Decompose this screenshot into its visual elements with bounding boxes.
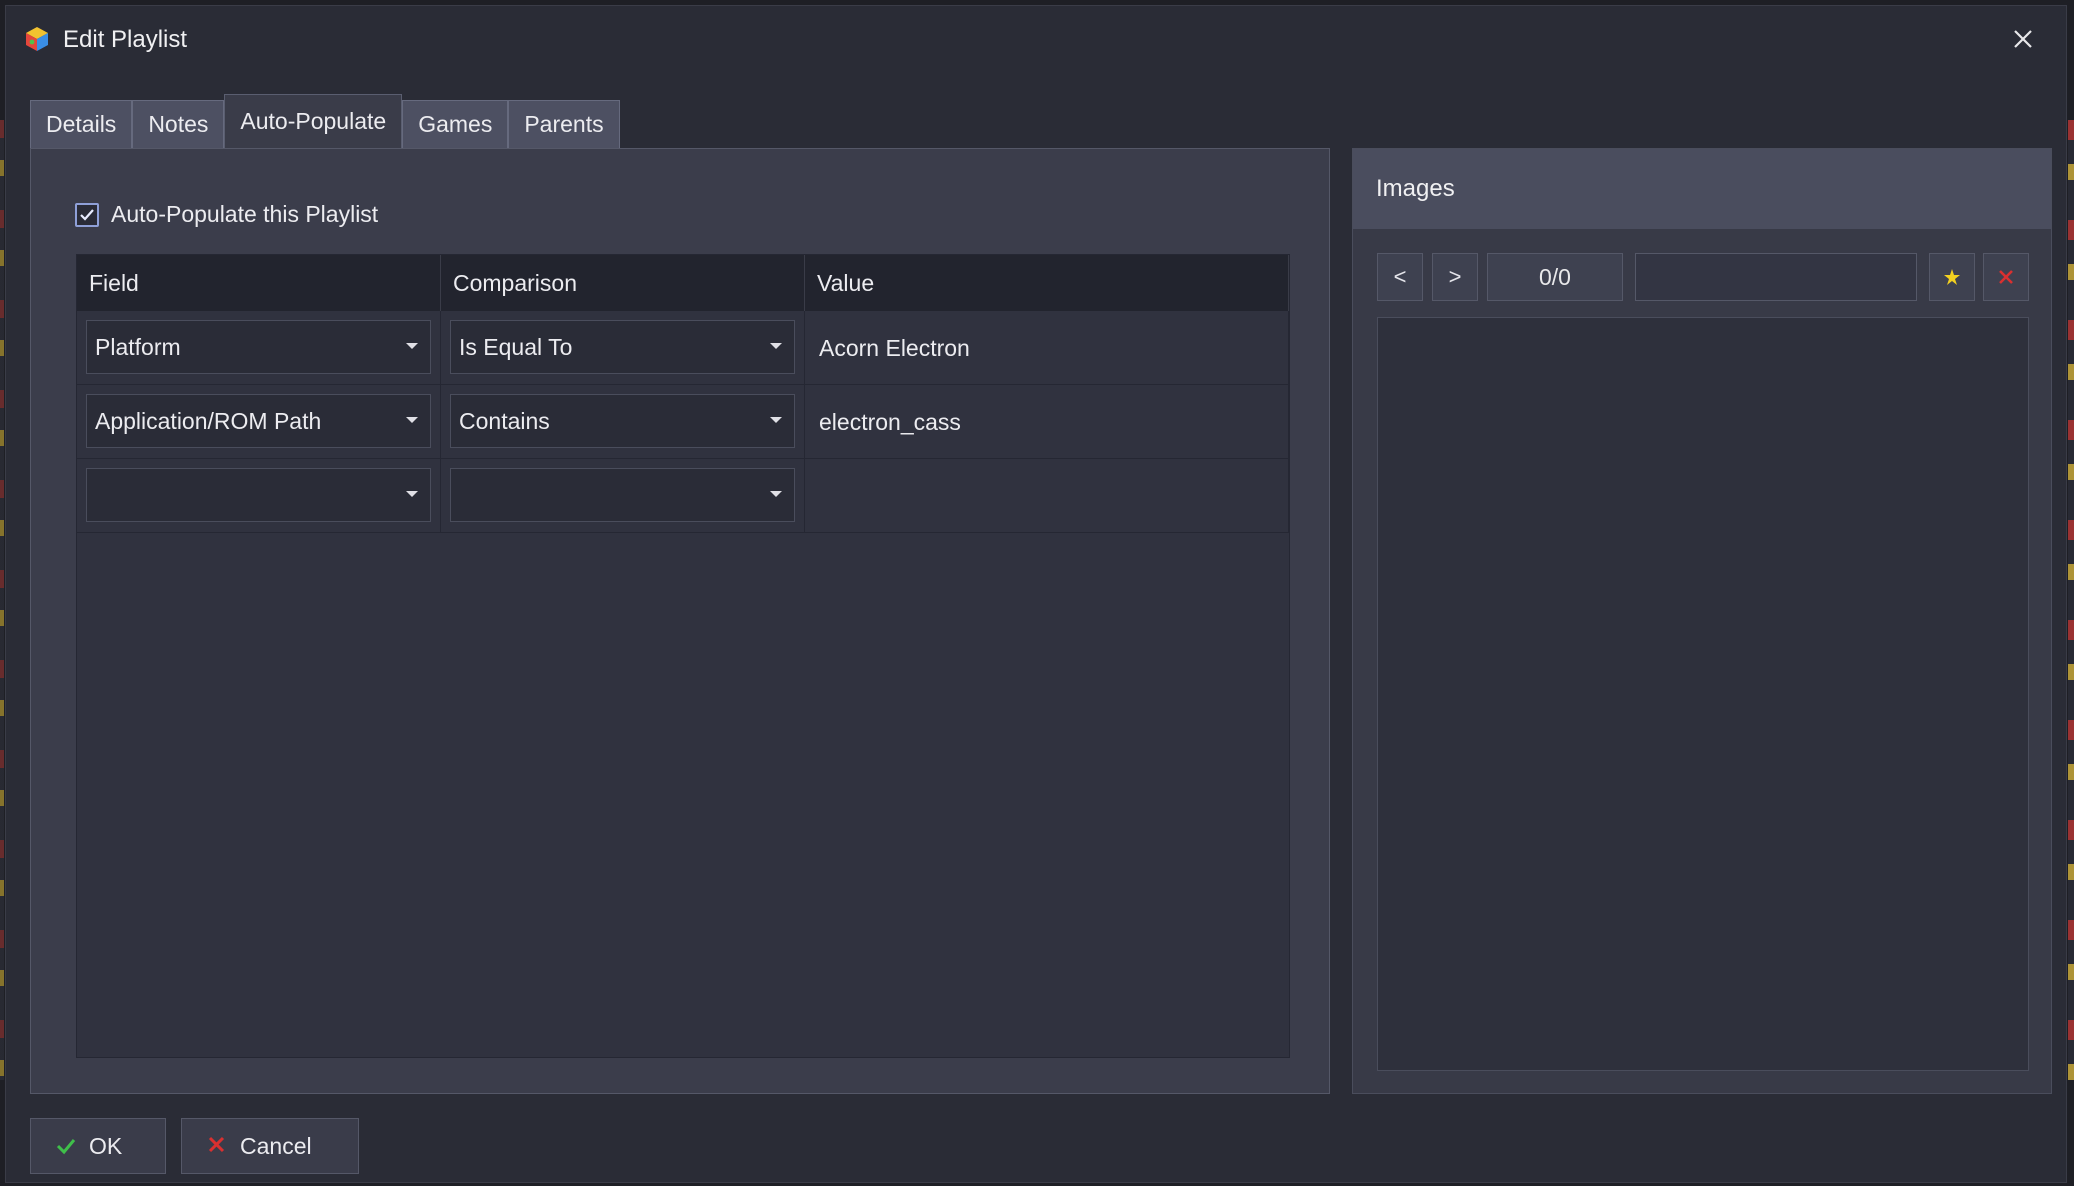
comparison-dropdown[interactable] bbox=[450, 468, 795, 522]
auto-populate-option: Auto-Populate this Playlist bbox=[75, 201, 378, 228]
app-logo-icon bbox=[26, 27, 48, 51]
table-row bbox=[77, 459, 1289, 533]
column-header-comparison[interactable]: Comparison bbox=[441, 255, 805, 311]
add-image-button[interactable] bbox=[1929, 253, 1975, 301]
title-bar[interactable]: Edit Playlist bbox=[6, 6, 2066, 72]
column-header-value[interactable]: Value bbox=[805, 255, 1289, 311]
field-dropdown[interactable]: Platform bbox=[86, 320, 431, 374]
images-panel: Images < > 0/0 bbox=[1352, 148, 2052, 1094]
dropdown-arrow-icon bbox=[770, 417, 782, 423]
previous-image-button[interactable]: < bbox=[1377, 253, 1423, 301]
window-title: Edit Playlist bbox=[63, 26, 188, 53]
comparison-dropdown[interactable]: Contains bbox=[450, 394, 795, 448]
table-row: Application/ROM Path Contains electron_c… bbox=[77, 385, 1289, 459]
auto-populate-label: Auto-Populate this Playlist bbox=[111, 201, 379, 227]
tab-notes[interactable]: Notes bbox=[132, 100, 225, 148]
grid-header: Field Comparison Value bbox=[77, 255, 1289, 311]
remove-image-button[interactable] bbox=[1983, 253, 2029, 301]
comparison-cell: Contains bbox=[441, 385, 805, 459]
ok-button[interactable]: OK bbox=[30, 1118, 166, 1174]
dropdown-arrow-icon bbox=[406, 417, 418, 423]
image-counter: 0/0 bbox=[1487, 253, 1623, 301]
auto-populate-checkbox[interactable] bbox=[75, 202, 99, 227]
background-window-edge bbox=[0, 120, 4, 1080]
dropdown-arrow-icon bbox=[770, 491, 782, 497]
comparison-cell: Is Equal To bbox=[441, 311, 805, 385]
tab-strip: Details Notes Auto-Populate Games Parent… bbox=[30, 94, 620, 148]
value-cell[interactable]: electron_cass bbox=[805, 385, 1289, 459]
edit-playlist-dialog: Edit Playlist Details Notes Auto-Populat… bbox=[5, 5, 2067, 1183]
comparison-dropdown[interactable]: Is Equal To bbox=[450, 320, 795, 374]
dropdown-arrow-icon bbox=[770, 343, 782, 349]
tab-details[interactable]: Details bbox=[30, 100, 133, 148]
field-dropdown[interactable]: Application/ROM Path bbox=[86, 394, 431, 448]
ok-button-label: OK bbox=[89, 1132, 123, 1159]
comparison-dropdown-value: Contains bbox=[459, 408, 550, 434]
column-header-field[interactable]: Field bbox=[77, 255, 441, 311]
field-cell bbox=[77, 459, 441, 533]
field-cell: Platform bbox=[77, 311, 441, 385]
field-dropdown[interactable] bbox=[86, 468, 431, 522]
table-row: Platform Is Equal To Acorn Electron bbox=[77, 311, 1289, 385]
tab-games[interactable]: Games bbox=[402, 100, 509, 148]
dropdown-arrow-icon bbox=[406, 491, 418, 497]
field-dropdown-value: Platform bbox=[95, 334, 181, 360]
field-dropdown-value: Application/ROM Path bbox=[95, 408, 322, 434]
dropdown-arrow-icon bbox=[406, 343, 418, 349]
tab-parents[interactable]: Parents bbox=[508, 100, 620, 148]
close-icon[interactable] bbox=[2006, 22, 2040, 56]
value-cell[interactable] bbox=[805, 459, 1289, 533]
image-name-field[interactable] bbox=[1635, 253, 1917, 301]
auto-populate-panel: Auto-Populate this Playlist Field Compar… bbox=[30, 148, 1330, 1094]
images-title: Images bbox=[1376, 175, 1455, 202]
image-preview-area bbox=[1377, 317, 2029, 1071]
checkmark-icon bbox=[56, 1139, 76, 1155]
next-image-button[interactable]: > bbox=[1432, 253, 1478, 301]
star-add-icon bbox=[1944, 269, 1960, 285]
value-cell[interactable]: Acorn Electron bbox=[805, 311, 1289, 385]
tab-auto-populate[interactable]: Auto-Populate bbox=[224, 94, 403, 148]
rules-grid: Field Comparison Value Platform Is Equal… bbox=[76, 254, 1290, 1058]
cancel-button[interactable]: Cancel bbox=[181, 1118, 359, 1174]
background-window-edge bbox=[2068, 120, 2074, 1080]
comparison-cell bbox=[441, 459, 805, 533]
red-x-icon bbox=[1999, 270, 2013, 284]
field-cell: Application/ROM Path bbox=[77, 385, 441, 459]
comparison-dropdown-value: Is Equal To bbox=[459, 334, 573, 360]
checkmark-icon bbox=[80, 208, 94, 221]
cancel-button-label: Cancel bbox=[240, 1132, 312, 1159]
red-x-icon bbox=[208, 1136, 225, 1153]
images-header: Images bbox=[1353, 149, 2051, 229]
